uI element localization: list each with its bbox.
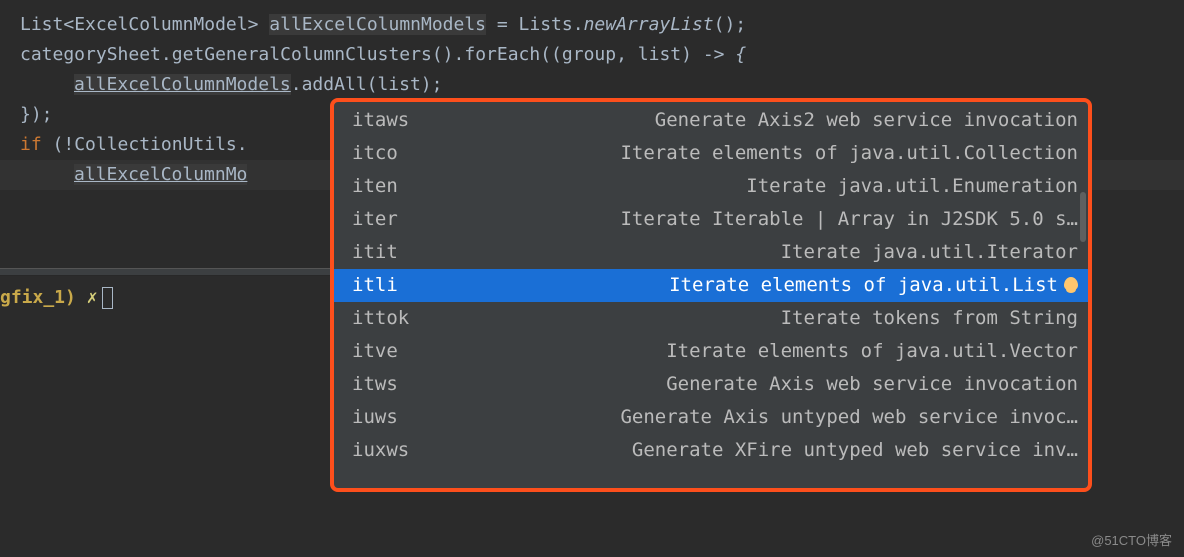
template-item-itit[interactable]: itit Iterate java.util.Iterator (334, 236, 1088, 269)
terminal-panel[interactable]: gfix_1) ✗ (0, 280, 330, 316)
code-line-3: allExcelColumnModels.addAll(list); (20, 70, 1184, 100)
template-abbr: itve (352, 335, 442, 368)
template-item-itws[interactable]: itws Generate Axis web service invocatio… (334, 368, 1088, 401)
terminal-divider[interactable] (0, 268, 330, 276)
template-desc: Iterate elements of java.util.Collection (442, 137, 1078, 170)
template-item-iuxws[interactable]: iuxws Generate XFire untyped web service… (334, 434, 1088, 467)
template-abbr: itco (352, 137, 442, 170)
watermark-text: @51CTO博客 (1091, 530, 1172, 549)
template-desc: Iterate elements of java.util.Vector (442, 335, 1078, 368)
template-desc: Generate Axis2 web service invocation (442, 104, 1078, 137)
template-abbr: iuws (352, 401, 442, 434)
template-item-iter[interactable]: iter Iterate Iterable | Array in J2SDK 5… (334, 203, 1088, 236)
code-line-2: categorySheet.getGeneralColumnClusters()… (20, 40, 1184, 70)
template-desc: Generate Axis web service invocation (442, 368, 1078, 401)
popup-list[interactable]: itaws Generate Axis2 web service invocat… (334, 102, 1088, 488)
template-abbr: itws (352, 368, 442, 401)
terminal-cursor (102, 287, 113, 309)
code-line-1: List<ExcelColumnModel> allExcelColumnMod… (20, 10, 1184, 40)
template-abbr: iuxws (352, 434, 442, 467)
template-abbr: ittok (352, 302, 442, 335)
template-abbr: iten (352, 170, 442, 203)
type-ref: List (20, 14, 63, 35)
live-template-popup[interactable]: itaws Generate Axis2 web service invocat… (330, 98, 1092, 492)
template-abbr: itit (352, 236, 442, 269)
template-item-itli[interactable]: itli Iterate elements of java.util.List (334, 269, 1088, 302)
lightbulb-icon (1064, 277, 1078, 291)
template-desc: Iterate java.util.Iterator (442, 236, 1078, 269)
template-desc: Iterate elements of java.util.List (442, 269, 1078, 302)
template-item-ittok[interactable]: ittok Iterate tokens from String (334, 302, 1088, 335)
popup-scrollbar-thumb[interactable] (1080, 192, 1086, 242)
template-abbr: itaws (352, 104, 442, 137)
template-desc: Generate Axis untyped web service invoc… (442, 401, 1078, 434)
template-desc: Generate XFire untyped web service inv… (442, 434, 1078, 467)
terminal-status-icon: ✗ (87, 287, 98, 308)
template-item-itco[interactable]: itco Iterate elements of java.util.Colle… (334, 137, 1088, 170)
template-desc: Iterate java.util.Enumeration (442, 170, 1078, 203)
template-desc: Iterate tokens from String (442, 302, 1078, 335)
template-abbr: iter (352, 203, 442, 236)
template-item-itaws[interactable]: itaws Generate Axis2 web service invocat… (334, 104, 1088, 137)
template-item-iuws[interactable]: iuws Generate Axis untyped web service i… (334, 401, 1088, 434)
template-item-itve[interactable]: itve Iterate elements of java.util.Vecto… (334, 335, 1088, 368)
template-desc: Iterate Iterable | Array in J2SDK 5.0 s… (442, 203, 1078, 236)
template-abbr: itli (352, 269, 442, 302)
terminal-prompt: gfix_1) (0, 287, 76, 308)
template-item-iten[interactable]: iten Iterate java.util.Enumeration (334, 170, 1088, 203)
